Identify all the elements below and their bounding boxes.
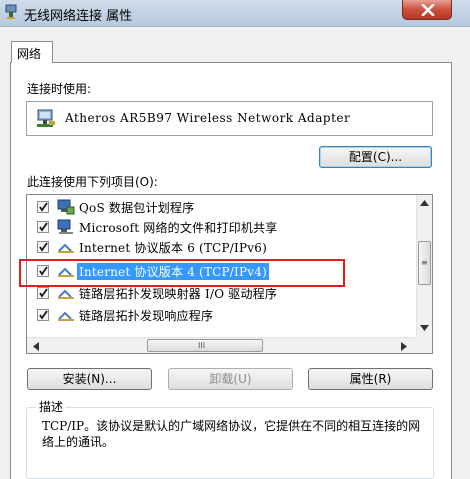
tab-network-label: 网络 (17, 47, 42, 61)
close-icon (421, 4, 435, 16)
properties-button[interactable]: 属性(R) (308, 368, 433, 390)
network-adapter-icon (37, 109, 55, 127)
window-title: 无线网络连接 属性 (24, 9, 133, 24)
annotation-highlight-box (19, 259, 345, 287)
connect-using-label: 连接时使用: (27, 82, 92, 96)
title-bar[interactable]: 无线网络连接 属性 (0, 0, 470, 27)
horizontal-scrollbar[interactable]: III (27, 337, 416, 353)
item-checkbox[interactable] (37, 309, 49, 321)
check-icon (39, 288, 48, 298)
scroll-left-icon[interactable] (33, 342, 39, 351)
scroll-grip-icon: III (198, 341, 206, 350)
qos-icon (57, 199, 75, 215)
item-label: QoS 数据包计划程序 (79, 201, 195, 215)
protocol-icon (58, 311, 74, 321)
item-label: 链路层拓扑发现映射器 I/O 驱动程序 (79, 287, 278, 301)
item-checkbox[interactable] (37, 221, 49, 233)
check-icon (39, 310, 48, 320)
horizontal-scroll-thumb[interactable]: III (147, 339, 263, 352)
item-checkbox[interactable] (37, 241, 49, 253)
list-item[interactable]: Internet 协议版本 6 (TCP/IPv6) (35, 237, 415, 257)
network-share-icon (57, 219, 73, 234)
uninstall-button[interactable]: 卸载(U) (168, 368, 293, 390)
item-checkbox[interactable] (37, 287, 49, 299)
scroll-corner (416, 337, 432, 353)
adapter-name: Atheros AR5B97 Wireless Network Adapter (65, 111, 351, 125)
description-text: TCP/IP。该协议是默认的广域网络协议，它提供在不同的相互连接的网络上的通讯。 (42, 419, 421, 449)
item-checkbox[interactable] (37, 201, 49, 213)
check-icon (39, 202, 48, 212)
vertical-scrollbar[interactable]: ≡ (416, 195, 432, 337)
tab-network[interactable]: 网络 (11, 41, 53, 63)
list-item[interactable]: Microsoft 网络的文件和打印机共享 (35, 217, 415, 237)
items-label: 此连接使用下列项目(O): (27, 175, 158, 189)
description-title: 描述 (36, 398, 67, 415)
properties-dialog: 无线网络连接 属性 网络 连接时使用: Atheros AR5B97 Wirel… (0, 0, 470, 479)
check-icon (39, 242, 48, 252)
protocol-icon (58, 243, 74, 253)
scroll-grip-icon: ≡ (421, 258, 428, 267)
item-label: Microsoft 网络的文件和打印机共享 (79, 221, 278, 235)
install-button[interactable]: 安装(N)... (27, 368, 152, 390)
vertical-scroll-thumb[interactable]: ≡ (418, 241, 431, 285)
adapter-field: Atheros AR5B97 Wireless Network Adapter (26, 101, 433, 136)
list-item[interactable]: QoS 数据包计划程序 (35, 197, 415, 217)
scroll-up-icon[interactable] (420, 200, 429, 206)
check-icon (39, 222, 48, 232)
scroll-right-icon[interactable] (401, 342, 407, 351)
item-label: Internet 协议版本 6 (TCP/IPv6) (79, 241, 267, 255)
network-adapter-icon (5, 4, 17, 19)
close-button[interactable] (402, 0, 452, 20)
list-item[interactable]: 链路层拓扑发现响应程序 (35, 305, 415, 325)
item-label: 链路层拓扑发现响应程序 (79, 309, 214, 323)
scroll-down-icon[interactable] (420, 325, 429, 331)
configure-button[interactable]: 配置(C)... (319, 146, 432, 168)
protocol-icon (58, 289, 74, 299)
